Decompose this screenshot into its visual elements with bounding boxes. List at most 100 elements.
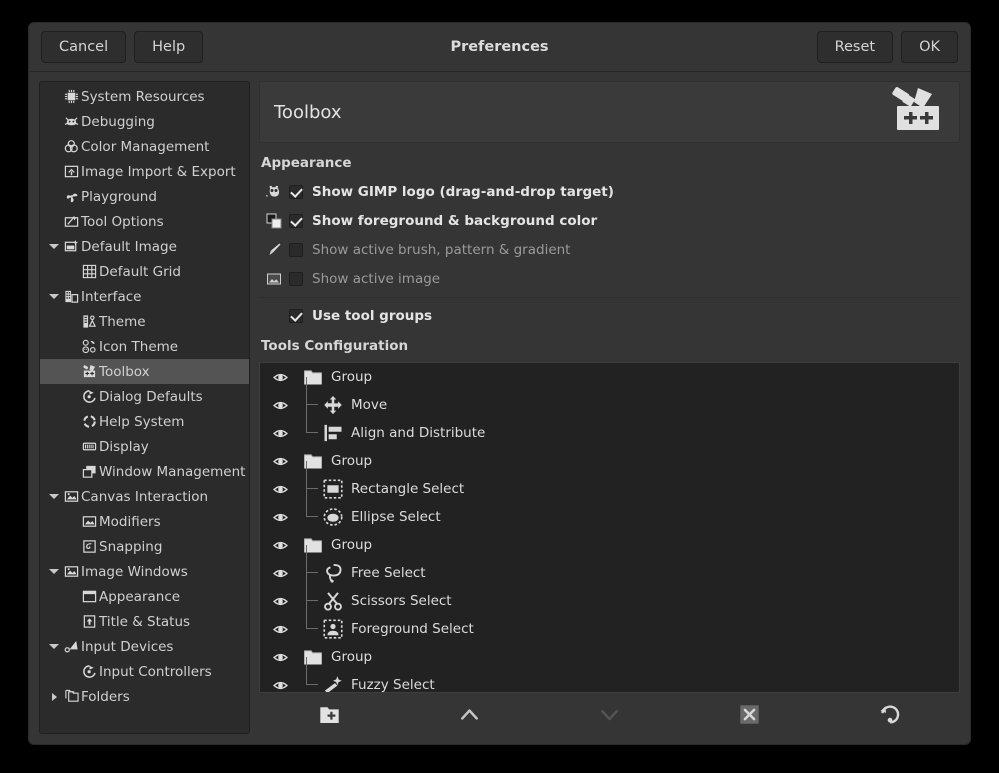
eye-icon[interactable] [266, 482, 294, 497]
appearance-option-checkbox[interactable] [289, 185, 303, 199]
delete-button[interactable] [680, 694, 820, 734]
tool-row[interactable]: Free Select [260, 559, 959, 587]
sidebar-item-window-management[interactable]: Window Management [40, 459, 249, 484]
new-group-button[interactable] [259, 694, 399, 734]
sidebar-item-theme[interactable]: Theme [40, 309, 249, 334]
eye-icon[interactable] [266, 426, 294, 441]
eye-icon[interactable] [266, 398, 294, 413]
appearance-option-checkbox[interactable] [289, 272, 303, 286]
sidebar-item-label: Default Grid [98, 264, 181, 280]
appearance-option-row[interactable]: Show active brush, pattern & gradient [259, 235, 960, 264]
appearance-option-label: Show active brush, pattern & gradient [312, 242, 570, 258]
tool-row[interactable]: Fuzzy Select [260, 671, 959, 693]
tree-connector [300, 671, 320, 693]
tool-row[interactable]: Foreground Select [260, 615, 959, 643]
dialog-header-bar: Cancel Help Preferences Reset OK [29, 23, 970, 72]
appearance-option-row[interactable]: Show GIMP logo (drag-and-drop target) [259, 177, 960, 206]
tool-row[interactable]: Scissors Select [260, 587, 959, 615]
sidebar-item-help-system[interactable]: Help System [40, 409, 249, 434]
tool-row-label: Fuzzy Select [346, 677, 435, 693]
sidebar-item-title-status[interactable]: Title & Status [40, 609, 249, 634]
cancel-button[interactable]: Cancel [41, 31, 126, 63]
sidebar-item-debugging[interactable]: Debugging [40, 109, 249, 134]
chevron-down-icon[interactable] [46, 569, 62, 574]
move-down-button[interactable] [539, 694, 679, 734]
sidebar-item-interface[interactable]: Interface [40, 284, 249, 309]
sidebar-item-label: Image Windows [80, 564, 188, 580]
reset-button[interactable]: Reset [817, 31, 894, 63]
tool-row[interactable]: Group [260, 531, 959, 559]
eye-icon[interactable] [266, 510, 294, 525]
appearance-option-row[interactable]: Show active image [259, 264, 960, 293]
paintbrush-icon [259, 242, 289, 258]
snapping-icon [80, 539, 98, 554]
interface-icon [62, 289, 80, 304]
tree-connector [300, 391, 320, 419]
sidebar-item-tool-options[interactable]: Tool Options [40, 209, 249, 234]
tool-row[interactable]: Rectangle Select [260, 475, 959, 503]
tool-row[interactable]: Group [260, 447, 959, 475]
chevron-down-icon[interactable] [46, 644, 62, 649]
eye-icon[interactable] [266, 594, 294, 609]
header-left-buttons: Cancel Help [41, 31, 203, 63]
sidebar-item-input-controllers[interactable]: Input Controllers [40, 659, 249, 684]
eye-icon[interactable] [266, 650, 294, 665]
appearance-icon [80, 589, 98, 604]
sidebar-item-playground[interactable]: Playground [40, 184, 249, 209]
use-tool-groups-label: Use tool groups [312, 308, 432, 324]
preferences-category-tree[interactable]: System ResourcesDebuggingColor Managemen… [39, 81, 250, 734]
sidebar-item-folders[interactable]: Folders [40, 684, 249, 709]
image-windows-icon [62, 564, 80, 579]
use-tool-groups-checkbox[interactable] [289, 309, 303, 323]
move-up-button[interactable] [399, 694, 539, 734]
sidebar-item-appearance[interactable]: Appearance [40, 584, 249, 609]
color-wheel-icon [62, 139, 80, 154]
sidebar-item-modifiers[interactable]: Modifiers [40, 509, 249, 534]
tool-row-label: Ellipse Select [346, 509, 441, 525]
use-tool-groups-row[interactable]: Use tool groups [259, 302, 960, 330]
sidebar-item-icon-theme[interactable]: Icon Theme [40, 334, 249, 359]
sidebar-item-image-windows[interactable]: Image Windows [40, 559, 249, 584]
sidebar-item-color-management[interactable]: Color Management [40, 134, 249, 159]
sidebar-item-system-resources[interactable]: System Resources [40, 84, 249, 109]
tool-row[interactable]: Align and Distribute [260, 419, 959, 447]
eye-icon[interactable] [266, 538, 294, 553]
appearance-option-row[interactable]: Show foreground & background color [259, 206, 960, 235]
sidebar-item-default-grid[interactable]: Default Grid [40, 259, 249, 284]
input-devices-icon [62, 639, 80, 654]
chevron-down-icon[interactable] [46, 244, 62, 249]
sidebar-item-image-import-export[interactable]: Image Import & Export [40, 159, 249, 184]
eye-icon[interactable] [266, 566, 294, 581]
pinwheel-icon [62, 189, 80, 204]
ok-button[interactable]: OK [901, 31, 958, 63]
eye-icon[interactable] [266, 370, 294, 385]
appearance-option-label: Show GIMP logo (drag-and-drop target) [312, 184, 614, 200]
help-button[interactable]: Help [134, 31, 203, 63]
eye-icon[interactable] [266, 622, 294, 637]
preferences-content-pane: Toolbox [259, 81, 960, 734]
sidebar-item-snapping[interactable]: Snapping [40, 534, 249, 559]
appearance-divider [259, 297, 960, 298]
reset-order-button[interactable] [820, 694, 960, 734]
sidebar-item-canvas-interaction[interactable]: Canvas Interaction [40, 484, 249, 509]
tools-configuration-list[interactable]: GroupMoveAlign and DistributeGroupRectan… [259, 362, 960, 693]
tool-row[interactable]: Ellipse Select [260, 503, 959, 531]
eye-icon[interactable] [266, 678, 294, 693]
chevron-right-icon[interactable] [46, 693, 62, 701]
image-icon [259, 271, 289, 287]
display-icon [80, 439, 98, 454]
appearance-option-checkbox[interactable] [289, 243, 303, 257]
sidebar-item-input-devices[interactable]: Input Devices [40, 634, 249, 659]
cpu-icon [62, 89, 80, 104]
tool-row[interactable]: Group [260, 363, 959, 391]
chevron-down-icon[interactable] [46, 494, 62, 499]
tool-row[interactable]: Group [260, 643, 959, 671]
sidebar-item-toolbox[interactable]: Toolbox [40, 359, 249, 384]
eye-icon[interactable] [266, 454, 294, 469]
sidebar-item-default-image[interactable]: Default Image [40, 234, 249, 259]
chevron-down-icon[interactable] [46, 294, 62, 299]
tool-row[interactable]: Move [260, 391, 959, 419]
sidebar-item-dialog-defaults[interactable]: Dialog Defaults [40, 384, 249, 409]
appearance-option-checkbox[interactable] [289, 214, 303, 228]
sidebar-item-display[interactable]: Display [40, 434, 249, 459]
